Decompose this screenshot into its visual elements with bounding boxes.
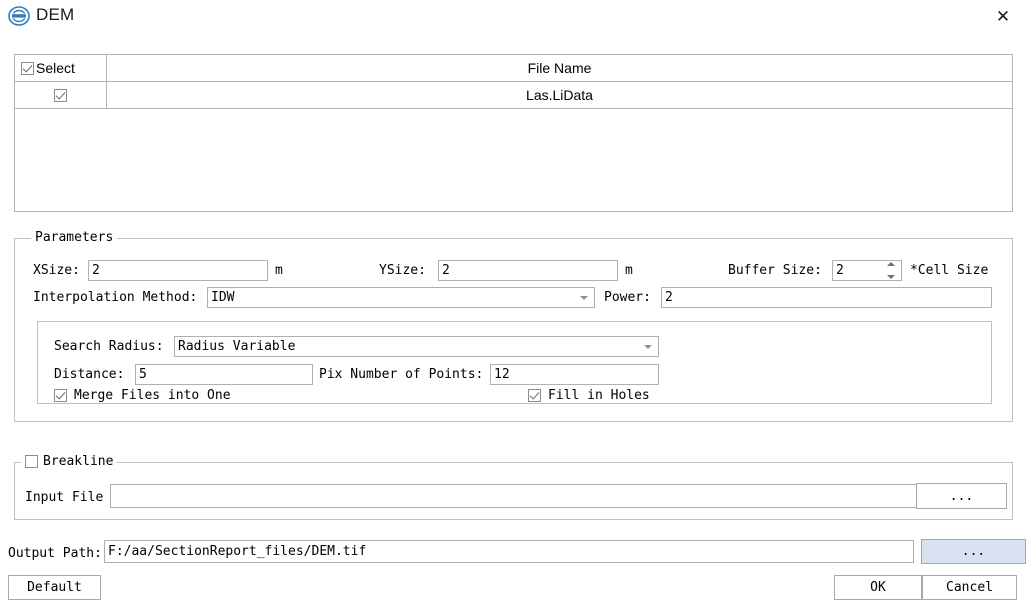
column-header-file-name: File Name [107, 55, 1012, 81]
breakline-label: Breakline [43, 454, 114, 469]
row-select-cell[interactable] [15, 82, 107, 108]
title-bar: DEM ✕ [0, 0, 1027, 32]
pix-number-input[interactable]: 12 [490, 364, 659, 385]
row-file-name-cell: Las.LiData [107, 82, 1012, 108]
xsize-unit-label: m [275, 263, 283, 278]
ysize-label: YSize: [379, 263, 426, 278]
fill-holes-checkbox-row[interactable]: Fill in Holes [528, 388, 650, 403]
breakline-group-title[interactable]: Breakline [21, 454, 118, 469]
chevron-down-icon [580, 295, 588, 300]
select-all-checkbox[interactable] [21, 61, 34, 75]
buffer-size-label: Buffer Size: [728, 263, 822, 278]
distance-label: Distance: [54, 367, 125, 382]
breakline-checkbox[interactable] [25, 455, 38, 468]
fill-holes-label: Fill in Holes [548, 388, 650, 403]
row-select-checkbox[interactable] [54, 88, 67, 102]
parameters-group: Parameters XSize: 2 m YSize: 2 m Buffer … [14, 230, 1013, 422]
search-radius-value: Radius Variable [178, 339, 296, 354]
file-list-table: Select File Name Las.LiData [14, 54, 1013, 212]
page-title: DEM [36, 5, 75, 24]
breakline-input-file-field[interactable] [110, 484, 922, 508]
lidar360-logo-icon [8, 6, 30, 26]
power-input[interactable]: 2 [661, 287, 992, 308]
parameters-group-title: Parameters [31, 230, 118, 245]
input-file-label: Input File [25, 490, 104, 505]
output-browse-button[interactable]: ... [921, 539, 1026, 564]
ysize-unit-label: m [625, 263, 633, 278]
pix-number-label: Pix Number of Points: [319, 367, 484, 382]
ok-button[interactable]: OK [834, 575, 922, 600]
distance-input[interactable]: 5 [135, 364, 313, 385]
xsize-input[interactable]: 2 [88, 260, 268, 281]
interpolation-method-value: IDW [211, 290, 235, 305]
table-row[interactable]: Las.LiData [15, 82, 1012, 109]
merge-files-checkbox-row[interactable]: Merge Files into One [54, 388, 231, 403]
merge-files-label: Merge Files into One [74, 388, 231, 403]
fill-holes-checkbox[interactable] [528, 389, 541, 402]
column-header-select[interactable]: Select [15, 55, 107, 81]
buffer-size-suffix-label: *Cell Size [910, 263, 989, 278]
breakline-group: Breakline Input File ... [14, 454, 1013, 520]
spinner-down-icon[interactable] [886, 275, 895, 279]
column-header-file-name-label: File Name [527, 60, 592, 76]
merge-files-checkbox[interactable] [54, 389, 67, 402]
close-glyph: ✕ [995, 6, 1011, 26]
search-radius-subgroup: Search Radius: Radius Variable Distance:… [37, 321, 992, 404]
spinner-up-icon[interactable] [886, 262, 895, 266]
buffer-size-stepper[interactable]: 2 [832, 260, 902, 281]
ysize-input[interactable]: 2 [438, 260, 618, 281]
search-radius-label: Search Radius: [54, 339, 164, 354]
interpolation-method-select[interactable]: IDW [207, 287, 595, 308]
search-radius-select[interactable]: Radius Variable [174, 336, 659, 357]
output-path-input[interactable]: F:/aa/SectionReport_files/DEM.tif [104, 540, 914, 563]
cancel-button[interactable]: Cancel [922, 575, 1017, 600]
interpolation-method-label: Interpolation Method: [33, 290, 198, 305]
power-label: Power: [604, 290, 651, 305]
close-icon[interactable]: ✕ [985, 2, 1021, 30]
output-path-label: Output Path: [8, 546, 102, 561]
row-file-name-label: Las.LiData [526, 87, 593, 103]
default-button[interactable]: Default [8, 575, 101, 600]
xsize-label: XSize: [33, 263, 80, 278]
buffer-size-spin-arrows[interactable] [885, 262, 896, 279]
table-header-row: Select File Name [15, 55, 1012, 82]
column-header-select-label: Select [36, 60, 75, 76]
chevron-down-icon [644, 344, 652, 349]
buffer-size-value: 2 [836, 263, 844, 278]
breakline-browse-button[interactable]: ... [916, 483, 1007, 509]
